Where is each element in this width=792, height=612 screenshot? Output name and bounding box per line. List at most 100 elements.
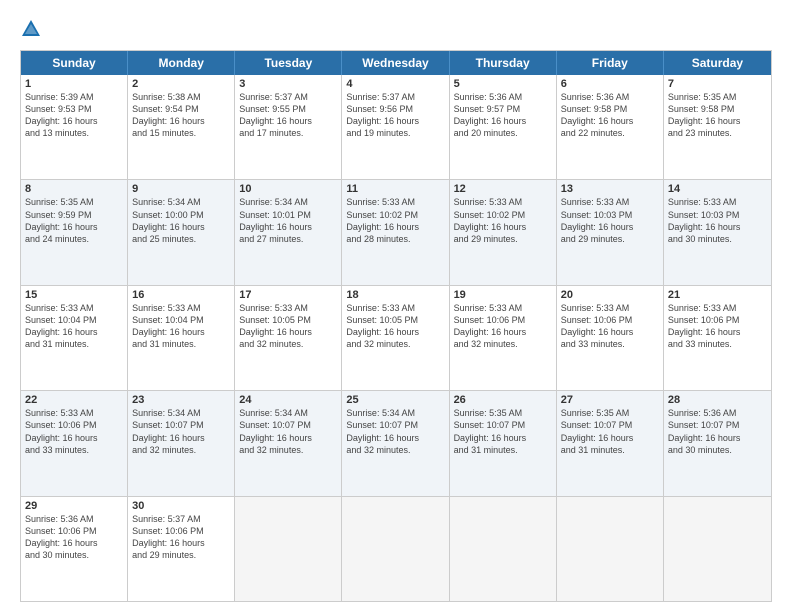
logo <box>20 18 46 40</box>
day-info: Sunrise: 5:34 AM Sunset: 10:07 PM Daylig… <box>346 407 444 456</box>
day-number: 1 <box>25 78 123 90</box>
day-number: 8 <box>25 183 123 195</box>
day-cell-17: 17Sunrise: 5:33 AM Sunset: 10:05 PM Dayl… <box>235 286 342 390</box>
day-number: 11 <box>346 183 444 195</box>
day-number: 18 <box>346 289 444 301</box>
empty-cell <box>557 497 664 601</box>
header-day-sunday: Sunday <box>21 51 128 75</box>
day-number: 10 <box>239 183 337 195</box>
day-info: Sunrise: 5:33 AM Sunset: 10:06 PM Daylig… <box>25 407 123 456</box>
day-cell-25: 25Sunrise: 5:34 AM Sunset: 10:07 PM Dayl… <box>342 391 449 495</box>
day-cell-22: 22Sunrise: 5:33 AM Sunset: 10:06 PM Dayl… <box>21 391 128 495</box>
day-info: Sunrise: 5:35 AM Sunset: 9:58 PM Dayligh… <box>668 91 767 140</box>
day-info: Sunrise: 5:33 AM Sunset: 10:05 PM Daylig… <box>239 302 337 351</box>
header-day-tuesday: Tuesday <box>235 51 342 75</box>
day-cell-1: 1Sunrise: 5:39 AM Sunset: 9:53 PM Daylig… <box>21 75 128 179</box>
day-info: Sunrise: 5:36 AM Sunset: 10:06 PM Daylig… <box>25 513 123 562</box>
day-number: 24 <box>239 394 337 406</box>
day-cell-9: 9Sunrise: 5:34 AM Sunset: 10:00 PM Dayli… <box>128 180 235 284</box>
day-cell-11: 11Sunrise: 5:33 AM Sunset: 10:02 PM Dayl… <box>342 180 449 284</box>
day-cell-26: 26Sunrise: 5:35 AM Sunset: 10:07 PM Dayl… <box>450 391 557 495</box>
day-number: 16 <box>132 289 230 301</box>
day-number: 9 <box>132 183 230 195</box>
day-info: Sunrise: 5:33 AM Sunset: 10:05 PM Daylig… <box>346 302 444 351</box>
calendar-header: SundayMondayTuesdayWednesdayThursdayFrid… <box>21 51 771 75</box>
day-info: Sunrise: 5:33 AM Sunset: 10:02 PM Daylig… <box>454 196 552 245</box>
day-cell-4: 4Sunrise: 5:37 AM Sunset: 9:56 PM Daylig… <box>342 75 449 179</box>
day-cell-21: 21Sunrise: 5:33 AM Sunset: 10:06 PM Dayl… <box>664 286 771 390</box>
day-number: 19 <box>454 289 552 301</box>
day-info: Sunrise: 5:33 AM Sunset: 10:04 PM Daylig… <box>132 302 230 351</box>
day-cell-15: 15Sunrise: 5:33 AM Sunset: 10:04 PM Dayl… <box>21 286 128 390</box>
day-cell-12: 12Sunrise: 5:33 AM Sunset: 10:02 PM Dayl… <box>450 180 557 284</box>
day-cell-2: 2Sunrise: 5:38 AM Sunset: 9:54 PM Daylig… <box>128 75 235 179</box>
day-info: Sunrise: 5:35 AM Sunset: 10:07 PM Daylig… <box>454 407 552 456</box>
day-number: 23 <box>132 394 230 406</box>
calendar-row-5: 29Sunrise: 5:36 AM Sunset: 10:06 PM Dayl… <box>21 496 771 601</box>
empty-cell <box>664 497 771 601</box>
day-info: Sunrise: 5:37 AM Sunset: 9:55 PM Dayligh… <box>239 91 337 140</box>
day-number: 26 <box>454 394 552 406</box>
empty-cell <box>235 497 342 601</box>
day-info: Sunrise: 5:38 AM Sunset: 9:54 PM Dayligh… <box>132 91 230 140</box>
day-info: Sunrise: 5:37 AM Sunset: 10:06 PM Daylig… <box>132 513 230 562</box>
day-info: Sunrise: 5:34 AM Sunset: 10:00 PM Daylig… <box>132 196 230 245</box>
day-info: Sunrise: 5:36 AM Sunset: 9:57 PM Dayligh… <box>454 91 552 140</box>
page: SundayMondayTuesdayWednesdayThursdayFrid… <box>0 0 792 612</box>
day-cell-6: 6Sunrise: 5:36 AM Sunset: 9:58 PM Daylig… <box>557 75 664 179</box>
day-cell-3: 3Sunrise: 5:37 AM Sunset: 9:55 PM Daylig… <box>235 75 342 179</box>
day-number: 5 <box>454 78 552 90</box>
day-info: Sunrise: 5:36 AM Sunset: 9:58 PM Dayligh… <box>561 91 659 140</box>
day-cell-24: 24Sunrise: 5:34 AM Sunset: 10:07 PM Dayl… <box>235 391 342 495</box>
day-info: Sunrise: 5:36 AM Sunset: 10:07 PM Daylig… <box>668 407 767 456</box>
day-info: Sunrise: 5:35 AM Sunset: 10:07 PM Daylig… <box>561 407 659 456</box>
day-cell-5: 5Sunrise: 5:36 AM Sunset: 9:57 PM Daylig… <box>450 75 557 179</box>
day-cell-19: 19Sunrise: 5:33 AM Sunset: 10:06 PM Dayl… <box>450 286 557 390</box>
day-info: Sunrise: 5:33 AM Sunset: 10:04 PM Daylig… <box>25 302 123 351</box>
empty-cell <box>342 497 449 601</box>
header-day-friday: Friday <box>557 51 664 75</box>
day-number: 12 <box>454 183 552 195</box>
day-number: 27 <box>561 394 659 406</box>
day-number: 20 <box>561 289 659 301</box>
header-day-thursday: Thursday <box>450 51 557 75</box>
day-cell-28: 28Sunrise: 5:36 AM Sunset: 10:07 PM Dayl… <box>664 391 771 495</box>
calendar-body: 1Sunrise: 5:39 AM Sunset: 9:53 PM Daylig… <box>21 75 771 601</box>
logo-icon <box>20 18 42 40</box>
day-info: Sunrise: 5:33 AM Sunset: 10:03 PM Daylig… <box>561 196 659 245</box>
day-info: Sunrise: 5:37 AM Sunset: 9:56 PM Dayligh… <box>346 91 444 140</box>
day-number: 2 <box>132 78 230 90</box>
day-number: 6 <box>561 78 659 90</box>
calendar: SundayMondayTuesdayWednesdayThursdayFrid… <box>20 50 772 602</box>
day-info: Sunrise: 5:34 AM Sunset: 10:07 PM Daylig… <box>132 407 230 456</box>
header-day-wednesday: Wednesday <box>342 51 449 75</box>
day-info: Sunrise: 5:33 AM Sunset: 10:06 PM Daylig… <box>454 302 552 351</box>
calendar-row-3: 15Sunrise: 5:33 AM Sunset: 10:04 PM Dayl… <box>21 285 771 390</box>
day-cell-14: 14Sunrise: 5:33 AM Sunset: 10:03 PM Dayl… <box>664 180 771 284</box>
empty-cell <box>450 497 557 601</box>
day-info: Sunrise: 5:33 AM Sunset: 10:03 PM Daylig… <box>668 196 767 245</box>
day-number: 15 <box>25 289 123 301</box>
day-number: 3 <box>239 78 337 90</box>
day-number: 14 <box>668 183 767 195</box>
day-cell-23: 23Sunrise: 5:34 AM Sunset: 10:07 PM Dayl… <box>128 391 235 495</box>
day-cell-20: 20Sunrise: 5:33 AM Sunset: 10:06 PM Dayl… <box>557 286 664 390</box>
day-info: Sunrise: 5:35 AM Sunset: 9:59 PM Dayligh… <box>25 196 123 245</box>
day-number: 4 <box>346 78 444 90</box>
day-number: 28 <box>668 394 767 406</box>
header-day-saturday: Saturday <box>664 51 771 75</box>
header-day-monday: Monday <box>128 51 235 75</box>
day-cell-29: 29Sunrise: 5:36 AM Sunset: 10:06 PM Dayl… <box>21 497 128 601</box>
day-cell-13: 13Sunrise: 5:33 AM Sunset: 10:03 PM Dayl… <box>557 180 664 284</box>
day-cell-8: 8Sunrise: 5:35 AM Sunset: 9:59 PM Daylig… <box>21 180 128 284</box>
day-cell-30: 30Sunrise: 5:37 AM Sunset: 10:06 PM Dayl… <box>128 497 235 601</box>
day-number: 7 <box>668 78 767 90</box>
calendar-row-4: 22Sunrise: 5:33 AM Sunset: 10:06 PM Dayl… <box>21 390 771 495</box>
day-number: 13 <box>561 183 659 195</box>
day-info: Sunrise: 5:33 AM Sunset: 10:06 PM Daylig… <box>668 302 767 351</box>
day-number: 29 <box>25 500 123 512</box>
day-cell-10: 10Sunrise: 5:34 AM Sunset: 10:01 PM Dayl… <box>235 180 342 284</box>
day-cell-7: 7Sunrise: 5:35 AM Sunset: 9:58 PM Daylig… <box>664 75 771 179</box>
header <box>20 18 772 40</box>
day-number: 30 <box>132 500 230 512</box>
